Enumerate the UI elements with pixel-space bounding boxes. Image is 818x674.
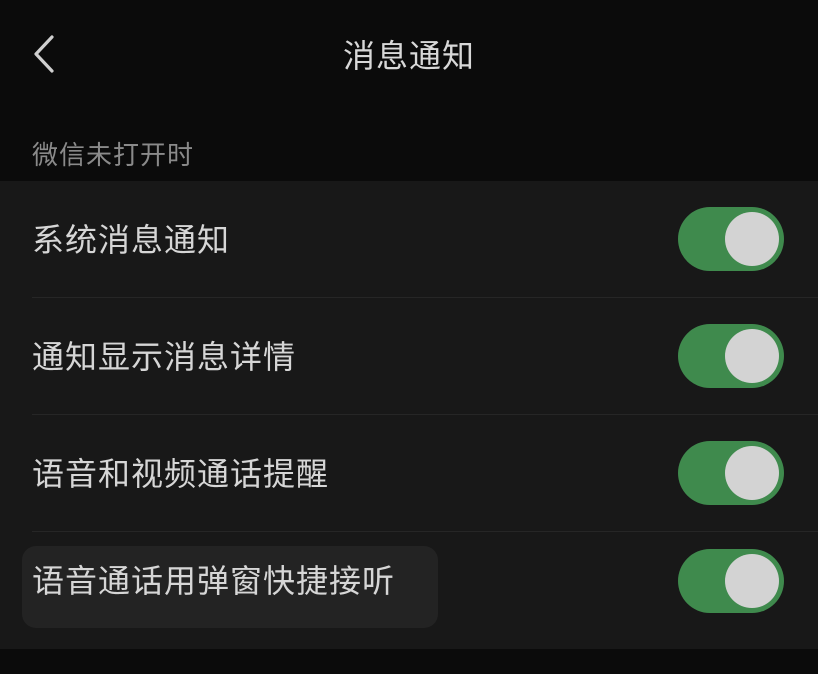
- setting-label: 语音通话用弹窗快捷接听: [32, 562, 396, 600]
- call-reminders-toggle[interactable]: [678, 441, 784, 505]
- show-details-toggle[interactable]: [678, 324, 784, 388]
- page-title: 消息通知: [342, 37, 475, 75]
- popup-answer-toggle[interactable]: [678, 549, 784, 613]
- toggle-knob: [725, 329, 779, 383]
- setting-label: 系统消息通知: [32, 221, 231, 259]
- toggle-knob: [725, 212, 779, 266]
- toggle-knob: [725, 446, 779, 500]
- setting-label: 语音和视频通话提醒: [32, 455, 330, 493]
- section-header: 微信未打开时: [32, 141, 195, 171]
- setting-row-popup-answer[interactable]: 语音通话用弹窗快捷接听: [0, 532, 818, 649]
- settings-list: 系统消息通知 通知显示消息详情 语音和视频通话提醒 语音通话用弹窗快捷接听: [0, 181, 818, 649]
- setting-row-show-details[interactable]: 通知显示消息详情: [0, 298, 818, 415]
- setting-label: 通知显示消息详情: [32, 338, 297, 376]
- toggle-knob: [725, 554, 779, 608]
- settings-page: 消息通知 微信未打开时 系统消息通知 通知显示消息详情 语音和视频通话提醒 语音…: [0, 0, 818, 674]
- navigation-bar: 消息通知: [0, 0, 818, 114]
- setting-row-call-reminders[interactable]: 语音和视频通话提醒: [0, 415, 818, 532]
- system-notifications-toggle[interactable]: [678, 207, 784, 271]
- setting-row-system-notifications[interactable]: 系统消息通知: [0, 181, 818, 298]
